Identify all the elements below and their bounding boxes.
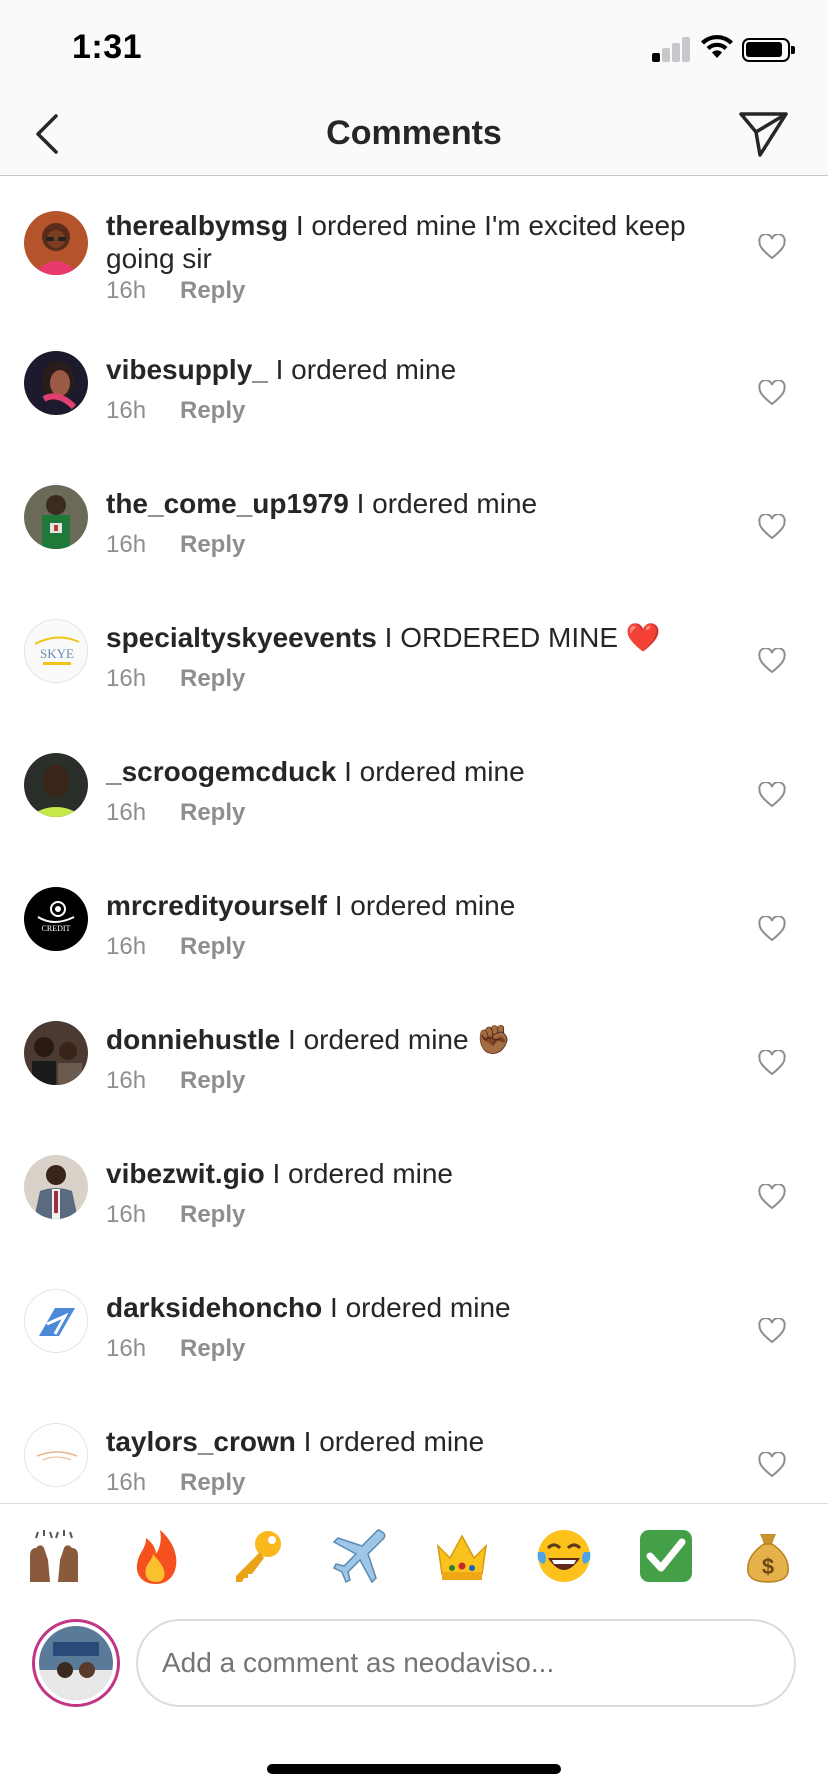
avatar[interactable] bbox=[24, 1155, 88, 1219]
heart-icon[interactable] bbox=[758, 782, 786, 808]
comment-time: 16h bbox=[106, 1067, 147, 1094]
comment-body: I ordered mine bbox=[275, 354, 457, 385]
reply-button[interactable]: Reply bbox=[180, 531, 245, 558]
comment-username[interactable]: therealbymsg bbox=[106, 210, 288, 241]
page-title: Comments bbox=[326, 114, 502, 152]
avatar[interactable] bbox=[24, 211, 88, 275]
comment-meta: 16h Reply bbox=[106, 277, 245, 305]
key-emoji[interactable] bbox=[228, 1526, 288, 1586]
reply-button[interactable]: Reply bbox=[180, 799, 245, 826]
comment-meta: 16h Reply bbox=[106, 665, 245, 693]
comment-username[interactable]: taylors_crown bbox=[106, 1426, 296, 1457]
avatar[interactable] bbox=[24, 1423, 88, 1487]
comment-time: 16h bbox=[106, 1335, 147, 1362]
wifi-icon bbox=[701, 35, 733, 58]
avatar[interactable]: SKYE bbox=[24, 619, 88, 683]
comment-body: I ordered mine ✊🏾 bbox=[288, 1024, 512, 1055]
heart-icon[interactable] bbox=[758, 1452, 786, 1478]
comment-time: 16h bbox=[106, 277, 147, 304]
svg-text:$: $ bbox=[762, 1554, 774, 1579]
comment-username[interactable]: the_come_up1979 bbox=[106, 488, 349, 519]
comment-username[interactable]: darksidehoncho bbox=[106, 1292, 322, 1323]
comment-meta: 16h Reply bbox=[106, 799, 245, 827]
reply-button[interactable]: Reply bbox=[180, 277, 245, 304]
avatar[interactable] bbox=[24, 351, 88, 415]
comment-body: I ordered mine bbox=[330, 1292, 511, 1323]
reply-button[interactable]: Reply bbox=[180, 1067, 245, 1094]
comment-body: I ordered mine bbox=[356, 488, 538, 519]
comment-time: 16h bbox=[106, 799, 147, 826]
nav-header: Comments bbox=[0, 96, 828, 176]
heart-icon[interactable] bbox=[758, 380, 786, 406]
comment-meta: 16h Reply bbox=[106, 1201, 245, 1229]
heart-icon[interactable] bbox=[758, 916, 786, 942]
heart-icon[interactable] bbox=[758, 1050, 786, 1076]
comment-body: I ordered mine bbox=[334, 890, 516, 921]
avatar[interactable] bbox=[24, 753, 88, 817]
raising-hands-emoji[interactable] bbox=[24, 1526, 84, 1586]
tears-of-joy-emoji[interactable] bbox=[534, 1526, 594, 1586]
comment-username[interactable]: specialtyskyeevents bbox=[106, 622, 377, 653]
heart-icon[interactable] bbox=[758, 1184, 786, 1210]
comment-body: I ORDERED MINE ❤️ bbox=[384, 622, 661, 653]
heart-icon[interactable] bbox=[758, 234, 786, 260]
direct-message-button[interactable] bbox=[736, 106, 792, 162]
crown-emoji[interactable] bbox=[432, 1526, 492, 1586]
battery-icon bbox=[742, 38, 795, 62]
heart-icon[interactable] bbox=[758, 514, 786, 540]
comment-username[interactable]: _scroogemcduck bbox=[106, 756, 336, 787]
reply-button[interactable]: Reply bbox=[180, 1201, 245, 1228]
home-indicator[interactable] bbox=[267, 1764, 561, 1774]
status-time: 1:31 bbox=[72, 28, 143, 66]
comment-composer bbox=[0, 1609, 828, 1729]
comment-meta: 16h Reply bbox=[106, 1067, 245, 1095]
comment-time: 16h bbox=[106, 1201, 147, 1228]
quick-emoji-bar: $ bbox=[0, 1503, 828, 1609]
heart-icon[interactable] bbox=[758, 648, 786, 674]
airplane-emoji[interactable] bbox=[330, 1526, 390, 1586]
comment-username[interactable]: mrcredityourself bbox=[106, 890, 327, 921]
comment-username[interactable]: vibezwit.gio bbox=[106, 1158, 265, 1189]
comment-meta: 16h Reply bbox=[106, 1335, 245, 1363]
avatar-logo-text: CREDIT bbox=[42, 924, 71, 933]
money-bag-emoji[interactable]: $ bbox=[738, 1526, 798, 1586]
heart-icon[interactable] bbox=[758, 1318, 786, 1344]
reply-button[interactable]: Reply bbox=[180, 665, 245, 692]
comment-input[interactable] bbox=[136, 1619, 796, 1707]
comment-username[interactable]: vibesupply_ bbox=[106, 354, 268, 385]
comment-body: I ordered mine bbox=[303, 1426, 485, 1457]
comment-meta: 16h Reply bbox=[106, 933, 245, 961]
reply-button[interactable]: Reply bbox=[180, 933, 245, 960]
comments-list[interactable]: therealbymsg I ordered mine I'm excited … bbox=[0, 177, 828, 1503]
comment-meta: 16h Reply bbox=[106, 397, 245, 425]
comment-time: 16h bbox=[106, 1469, 147, 1496]
comment-time: 16h bbox=[106, 933, 147, 960]
check-mark-button-emoji[interactable] bbox=[636, 1526, 696, 1586]
comment-username[interactable]: donniehustle bbox=[106, 1024, 280, 1055]
avatar[interactable] bbox=[24, 485, 88, 549]
avatar-logo-text: SKYE bbox=[40, 646, 74, 661]
avatar[interactable] bbox=[24, 1289, 88, 1353]
comment-time: 16h bbox=[106, 397, 147, 424]
comment-meta: 16h Reply bbox=[106, 531, 245, 559]
comment-time: 16h bbox=[106, 531, 147, 558]
comment-body: I ordered mine bbox=[344, 756, 525, 787]
avatar[interactable]: CREDIT bbox=[24, 887, 88, 951]
avatar[interactable] bbox=[24, 1021, 88, 1085]
comment-meta: 16h Reply bbox=[106, 1469, 245, 1497]
fire-emoji[interactable] bbox=[126, 1526, 186, 1586]
current-user-avatar bbox=[32, 1619, 120, 1707]
reply-button[interactable]: Reply bbox=[180, 397, 245, 424]
reply-button[interactable]: Reply bbox=[180, 1469, 245, 1496]
status-bar: 1:31 bbox=[0, 0, 828, 96]
cellular-signal-icon bbox=[652, 36, 692, 62]
comment-time: 16h bbox=[106, 665, 147, 692]
comment-body: I ordered mine bbox=[272, 1158, 454, 1189]
reply-button[interactable]: Reply bbox=[180, 1335, 245, 1362]
